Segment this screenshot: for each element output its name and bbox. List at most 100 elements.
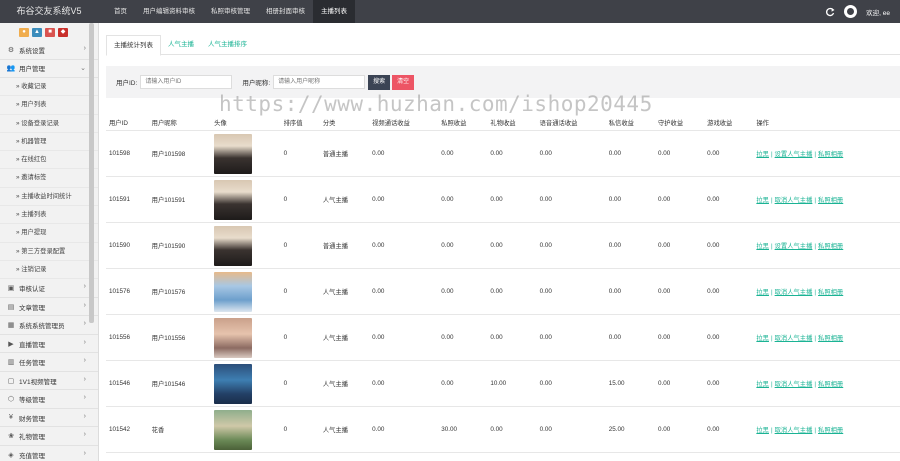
action-link[interactable]: 取消人气主播	[775, 427, 813, 434]
top-nav-item[interactable]: 用户编辑资料审核	[135, 0, 203, 23]
sidebar-menu-item[interactable]: ▦ 系统系统管理员 ›	[0, 316, 98, 335]
sidebar-sub-item[interactable]: » 机器管理	[0, 133, 98, 152]
quick-button[interactable]: ◆	[58, 27, 68, 37]
sidebar-menu-item[interactable]: ▤ 文章管理 ›	[0, 298, 98, 317]
uid-label: 用户ID:	[116, 80, 138, 87]
action-link[interactable]: 私照相册	[818, 289, 843, 296]
action-link[interactable]: 拉黑	[756, 381, 769, 388]
cell-sort: 0	[280, 360, 320, 407]
action-link[interactable]: 设置人气主播	[775, 243, 813, 250]
sidebar-sub-item[interactable]: » 主播收益时间统计	[0, 188, 98, 207]
cell-category: 人气主播	[319, 406, 370, 453]
uid-search-input[interactable]	[140, 75, 233, 89]
cell-category: 人气主播	[319, 360, 370, 407]
search-button[interactable]: 搜索	[368, 74, 391, 90]
column-header: 分类	[319, 114, 370, 131]
sidebar-sub-item[interactable]: » 用户提现	[0, 224, 98, 243]
sidebar-menu-item[interactable]: ¥ 财务管理 ›	[0, 409, 98, 428]
action-link[interactable]: 取消人气主播	[775, 381, 813, 388]
action-link[interactable]: 取消人气主播	[775, 335, 813, 342]
column-header: 操作	[753, 114, 900, 131]
quick-button[interactable]: ■	[45, 27, 55, 37]
cell-sort: 0	[280, 176, 320, 223]
cell-income: 0.00	[438, 268, 488, 315]
action-link[interactable]: 私照相册	[818, 197, 843, 204]
cell-income: 0.00	[704, 360, 754, 407]
action-link[interactable]: 取消人气主播	[775, 289, 813, 296]
sidebar-sub-item[interactable]: » 用户列表	[0, 96, 98, 115]
cell-nickname: 用户101546	[148, 360, 212, 407]
action-link[interactable]: 私照相册	[818, 151, 843, 158]
sidebar-menu-item[interactable]: ◈ 充值管理 ›	[0, 446, 98, 461]
action-link[interactable]: 拉黑	[756, 289, 769, 296]
action-link[interactable]: 拉黑	[756, 243, 769, 250]
quick-button[interactable]: ▲	[32, 27, 42, 37]
clear-button[interactable]: 清空	[392, 74, 415, 90]
top-nav-item[interactable]: 首页	[106, 0, 135, 23]
action-separator: |	[770, 427, 773, 434]
column-header: 礼物收益	[487, 114, 537, 131]
cell-income: 10.00	[487, 360, 537, 407]
avatar-photo[interactable]	[214, 409, 253, 450]
action-link[interactable]: 拉黑	[756, 197, 769, 204]
cell-sort: 0	[280, 222, 320, 269]
action-link[interactable]: 拉黑	[756, 427, 769, 434]
top-nav-item[interactable]: 私照审核管理	[203, 0, 258, 23]
action-link[interactable]: 私照相册	[818, 427, 843, 434]
welcome-text[interactable]: 欢迎, ee	[866, 7, 890, 17]
quick-button[interactable]: ●	[19, 27, 29, 37]
sidebar-sub-item[interactable]: » 邀请标签	[0, 169, 98, 188]
sidebar-menu-item[interactable]: 👥 用户管理 ⌄	[0, 60, 98, 78]
action-link[interactable]: 私照相册	[818, 381, 843, 388]
cell-sort: 0	[280, 314, 320, 361]
sidebar-sub-item[interactable]: » 第三方登录配置	[0, 243, 98, 261]
sidebar-sub-item[interactable]: » 设备登录记录	[0, 115, 98, 133]
sidebar-sub-item[interactable]: » 收藏记录	[0, 78, 98, 97]
sidebar-menu-label: 任务管理	[19, 360, 45, 368]
action-link[interactable]: 私照相册	[818, 335, 843, 342]
sidebar-sub-item[interactable]: » 注销记录	[0, 261, 98, 280]
sidebar-menu-item[interactable]: ▶ 直播管理 ›	[0, 335, 98, 354]
brand-logo: 布谷交友系统V5	[16, 6, 82, 16]
avatar-photo[interactable]	[214, 363, 253, 404]
column-header: 语音通话收益	[536, 114, 606, 131]
menu-icon: ▤	[7, 303, 15, 311]
action-separator: |	[770, 151, 773, 158]
cell-actions: 拉黑 | 取消人气主播 | 私照相册	[753, 176, 900, 223]
avatar-photo[interactable]	[214, 133, 253, 174]
sidebar-sub-item[interactable]: » 主播列表	[0, 206, 98, 225]
top-nav-item[interactable]: 主播列表	[313, 0, 355, 23]
top-right-area: 欢迎, ee	[825, 0, 890, 23]
user-avatar-icon[interactable]	[844, 5, 858, 18]
cell-income: 0.00	[438, 314, 488, 361]
top-nav-item[interactable]: 相册封面审核	[258, 0, 313, 23]
nick-search-input[interactable]	[273, 75, 366, 89]
cell-income: 0.00	[369, 130, 439, 177]
cell-actions: 拉黑 | 取消人气主播 | 私照相册	[753, 406, 900, 453]
avatar-photo[interactable]	[214, 179, 253, 220]
sidebar-sub-item[interactable]: » 在线红包	[0, 151, 98, 170]
action-link[interactable]: 拉黑	[756, 151, 769, 158]
sidebar-menu-item[interactable]: ⚙ 系统设置 ›	[0, 41, 98, 60]
tab-item[interactable]: 人气主播	[161, 35, 201, 54]
cell-income: 0.00	[438, 360, 488, 407]
sidebar-menu-item[interactable]: ▢ 1V1视频管理 ›	[0, 372, 98, 391]
action-link[interactable]: 取消人气主播	[775, 197, 813, 204]
action-link[interactable]: 私照相册	[818, 243, 843, 250]
column-header: 私照收益	[438, 114, 488, 131]
tab-item[interactable]: 人气主播排序	[201, 35, 254, 54]
sidebar-menu-item[interactable]: ⬡ 等级管理 ›	[0, 390, 98, 409]
sidebar-menu-item[interactable]: ▣ 审核认证 ›	[0, 279, 98, 298]
cell-actions: 拉黑 | 取消人气主播 | 私照相册	[753, 314, 900, 361]
sidebar-scrollbar[interactable]	[89, 23, 94, 323]
refresh-icon[interactable]	[825, 7, 835, 17]
action-link[interactable]: 拉黑	[756, 335, 769, 342]
avatar-photo[interactable]	[214, 225, 253, 266]
tab-item[interactable]: 主播统计列表	[106, 35, 161, 56]
avatar-photo[interactable]	[214, 271, 253, 312]
avatar-photo[interactable]	[214, 317, 253, 358]
action-link[interactable]: 设置人气主播	[775, 151, 813, 158]
sidebar-menu-item[interactable]: ❀ 礼物管理 ›	[0, 427, 98, 446]
sidebar-menu-label: 直播管理	[19, 341, 45, 349]
sidebar-menu-item[interactable]: ▥ 任务管理 ›	[0, 353, 98, 372]
